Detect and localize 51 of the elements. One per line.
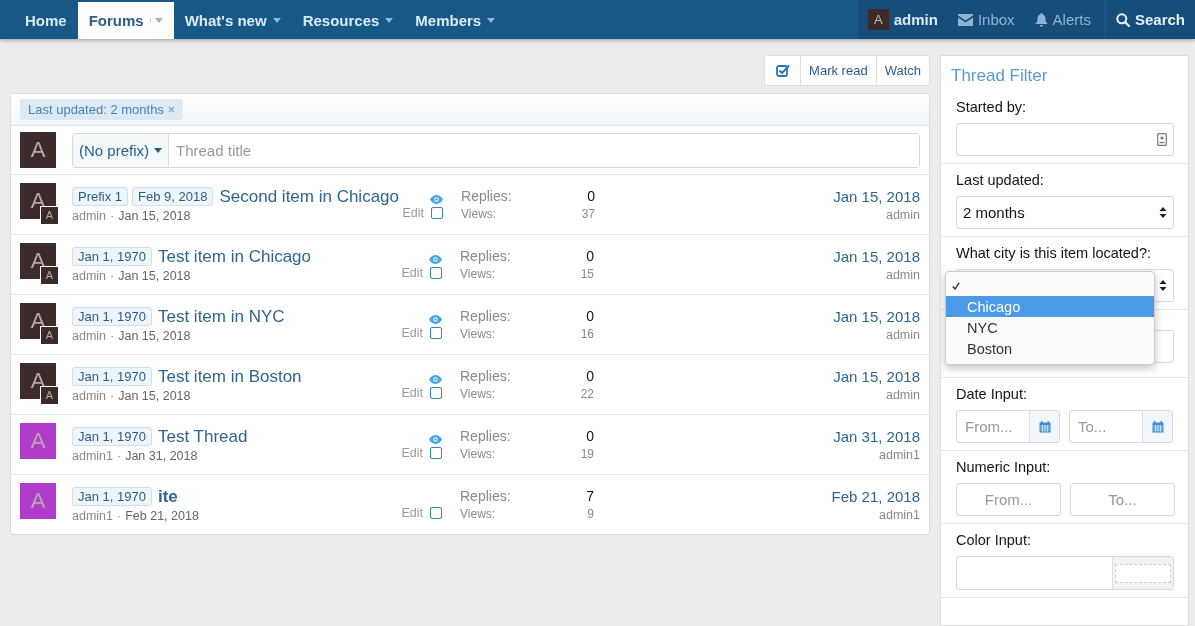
field-label: Color Input:	[956, 532, 1032, 548]
panel-title: Thread Filter	[950, 65, 1049, 87]
meta-separator: ·	[117, 448, 122, 463]
stat-label: Replies:	[460, 248, 512, 264]
avatar: A	[40, 205, 59, 225]
field-label: Started by:	[956, 99, 1028, 115]
stat-value: 0	[586, 188, 595, 204]
avatar: A	[40, 325, 59, 345]
stat-label: Views:	[461, 207, 498, 221]
avatar: A	[40, 265, 59, 285]
stat-value: 0	[585, 248, 594, 264]
avatar: A	[20, 132, 56, 168]
thread-date: Jan 15, 2018	[118, 328, 191, 343]
thread-date: Jan 15, 2018	[118, 268, 191, 283]
meta-separator: ·	[110, 388, 115, 403]
stat-value: 0	[585, 308, 594, 324]
stat-label: Views:	[460, 327, 497, 341]
stat-value: 19	[580, 447, 594, 461]
field-label: What city is this item located?:	[956, 245, 1152, 261]
avatar-initial: A	[30, 487, 46, 514]
stat-value: 0	[585, 428, 594, 444]
stat-label: Views:	[460, 507, 497, 521]
stat-value: 15	[580, 267, 594, 281]
thread-date: Jan 15, 2018	[118, 388, 191, 403]
stat-value: 37	[581, 207, 595, 221]
meta-separator: ·	[117, 508, 122, 523]
stat-label: Replies:	[460, 488, 512, 504]
stat-value: 0	[585, 368, 594, 384]
thread-date: Jan 15, 2018	[118, 208, 191, 223]
avatar: A	[40, 385, 59, 405]
avatar-initial: A	[30, 427, 46, 454]
stat-label: Views:	[460, 387, 497, 401]
field-label: Numeric Input:	[956, 459, 1052, 475]
thread-date: Jan 31, 2018	[125, 448, 198, 463]
field-label: Last updated:	[956, 172, 1045, 188]
stat-label: Replies:	[460, 428, 512, 444]
stat-label: Views:	[460, 267, 497, 281]
stat-value: 7	[586, 488, 594, 504]
avatar: A	[867, 9, 889, 30]
thread-date: Feb 21, 2018	[125, 508, 199, 523]
stat-label: Replies:	[460, 368, 512, 384]
stat-label: Replies:	[461, 188, 513, 204]
meta-separator: ·	[110, 208, 115, 223]
meta-separator: ·	[110, 328, 115, 343]
meta-separator: ·	[110, 268, 115, 283]
stat-label: Replies:	[460, 308, 512, 324]
stat-value: 9	[586, 507, 594, 521]
stat-label: Views:	[460, 447, 497, 461]
stat-value: 16	[580, 327, 594, 341]
stat-value: 22	[580, 387, 594, 401]
field-label: Date Input:	[956, 386, 1028, 402]
